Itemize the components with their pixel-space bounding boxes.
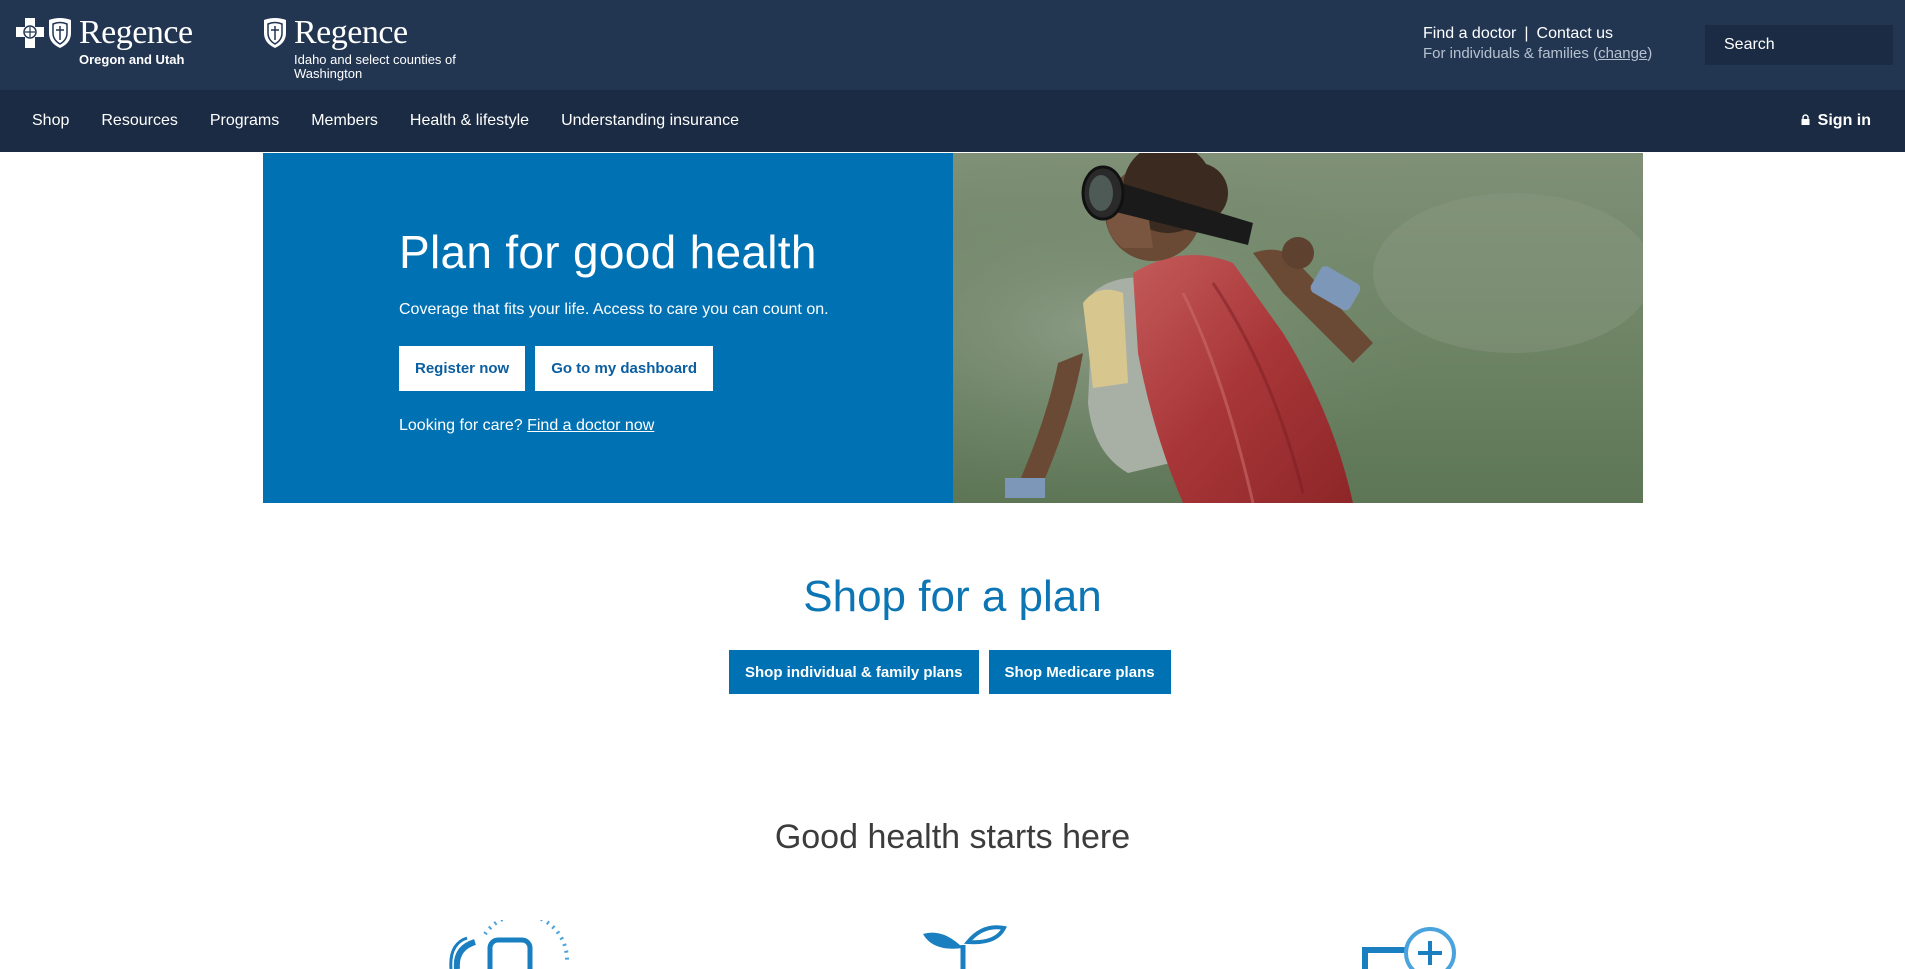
nav-item-shop[interactable]: Shop (32, 112, 69, 130)
audience-suffix: ) (1647, 45, 1653, 62)
regence-logo-idaho-washington[interactable]: Regence Idaho and select counties of Was… (262, 15, 494, 81)
bcbs-cross-shield-icon (15, 17, 73, 49)
audience-label: For individuals & families ( (1423, 45, 1599, 62)
main-nav: Shop Resources Programs Members Health &… (0, 90, 1905, 152)
care-prompt-label: Looking for care? (399, 417, 523, 434)
nav-item-resources[interactable]: Resources (101, 112, 177, 130)
utility-links: Find a doctor | Contact us For individua… (1423, 25, 1652, 62)
link-separator: | (1524, 25, 1529, 42)
find-doctor-link[interactable]: Find a doctor (1423, 25, 1516, 43)
bcbs-shield-icon (262, 17, 288, 49)
sign-in-label: Sign in (1817, 112, 1871, 129)
find-doctor-now-link[interactable]: Find a doctor now (527, 417, 654, 434)
hero-banner: Plan for good health Coverage that fits … (263, 153, 1643, 503)
hero-title: Plan for good health (399, 226, 817, 278)
hero-lead: Coverage that fits your life. Access to … (399, 301, 829, 318)
search-input[interactable] (1705, 25, 1893, 65)
nav-item-health-lifestyle[interactable]: Health & lifestyle (410, 112, 529, 130)
go-to-dashboard-button[interactable]: Go to my dashboard (535, 346, 714, 391)
audience-selector: For individuals & families (change) (1423, 45, 1652, 62)
shop-section-title: Shop for a plan (803, 572, 1102, 621)
brand-name: Regence (79, 14, 193, 51)
hero-panel: Plan for good health Coverage that fits … (263, 153, 953, 503)
hero-image-child-superhero (953, 153, 1643, 503)
register-now-button[interactable]: Register now (399, 346, 526, 391)
nav-item-programs[interactable]: Programs (210, 112, 279, 130)
sleep-device-icon (445, 912, 575, 969)
nav-item-understanding-insurance[interactable]: Understanding insurance (561, 112, 739, 130)
laptop-plus-icon (1345, 920, 1475, 969)
brand-name: Regence (294, 14, 408, 51)
change-audience-link[interactable]: change (1598, 45, 1647, 62)
shop-medicare-button[interactable]: Shop Medicare plans (988, 650, 1171, 694)
region-label: Idaho and select counties of Washington (294, 52, 456, 81)
sign-in-button[interactable]: Sign in (1801, 112, 1871, 130)
shop-individual-family-button[interactable]: Shop individual & family plans (729, 650, 979, 694)
good-health-title: Good health starts here (774, 818, 1131, 856)
care-prompt: Looking for care? Find a doctor now (399, 417, 654, 435)
lock-icon (1801, 112, 1810, 130)
nav-item-members[interactable]: Members (311, 112, 378, 130)
region-label: Oregon and Utah (79, 52, 185, 67)
top-header: Regence Oregon and Utah Regence Idaho an… (0, 0, 1905, 90)
regence-logo-oregon-utah[interactable]: Regence Oregon and Utah (15, 15, 193, 67)
contact-us-link[interactable]: Contact us (1537, 25, 1613, 43)
shop-buttons: Shop individual & family plans Shop Medi… (729, 650, 1171, 694)
seedling-icon (918, 920, 1008, 969)
